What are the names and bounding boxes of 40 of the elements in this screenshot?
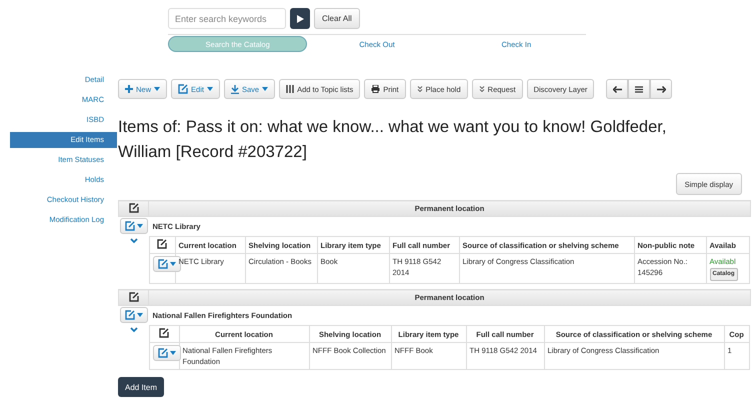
left-arrow-icon xyxy=(612,86,622,92)
list-button[interactable] xyxy=(628,79,650,99)
right-arrow-icon xyxy=(656,86,666,92)
edit-dropdown-button[interactable] xyxy=(120,307,148,323)
search-button[interactable] xyxy=(290,8,310,29)
caret-icon xyxy=(136,313,142,317)
edit-icon xyxy=(128,292,138,302)
edit-icon xyxy=(157,239,167,249)
add-item-button[interactable]: Add Item xyxy=(118,377,164,397)
edit-icon xyxy=(159,328,169,338)
caret-icon xyxy=(170,262,176,266)
double-chevron-icon xyxy=(416,86,423,92)
play-icon xyxy=(296,14,304,22)
list-icon xyxy=(635,86,644,92)
caret-icon xyxy=(170,351,176,355)
columns-icon xyxy=(286,85,294,93)
edit-icon xyxy=(128,202,138,212)
next-button[interactable] xyxy=(650,79,672,99)
page-title: Items of: Pass it on: what we know... what we want you to know! Goldfeder, William [Record #203722] xyxy=(118,117,668,163)
chevron-icon[interactable] xyxy=(130,327,138,333)
caret-icon xyxy=(262,87,268,91)
edit-icon xyxy=(158,348,168,358)
chevron-icon[interactable] xyxy=(130,238,138,244)
edit-dropdown-button[interactable] xyxy=(152,256,180,272)
print-icon xyxy=(371,85,380,93)
plus-icon xyxy=(125,85,133,93)
edit-icon xyxy=(124,310,134,320)
edit-icon xyxy=(124,221,134,231)
edit-icon xyxy=(158,259,168,269)
clear-all-button[interactable]: Clear All xyxy=(314,8,360,29)
double-chevron-icon xyxy=(478,86,485,92)
edit-dropdown-button[interactable] xyxy=(152,345,180,361)
search-field[interactable]: Enter search keywords xyxy=(168,8,286,29)
previous-button[interactable] xyxy=(606,79,628,99)
caret-icon xyxy=(206,87,213,91)
edit-dropdown-button[interactable] xyxy=(120,218,148,234)
edit-icon xyxy=(178,84,188,94)
caret-icon xyxy=(136,224,142,228)
caret-icon xyxy=(154,87,160,91)
download-icon xyxy=(230,84,239,94)
